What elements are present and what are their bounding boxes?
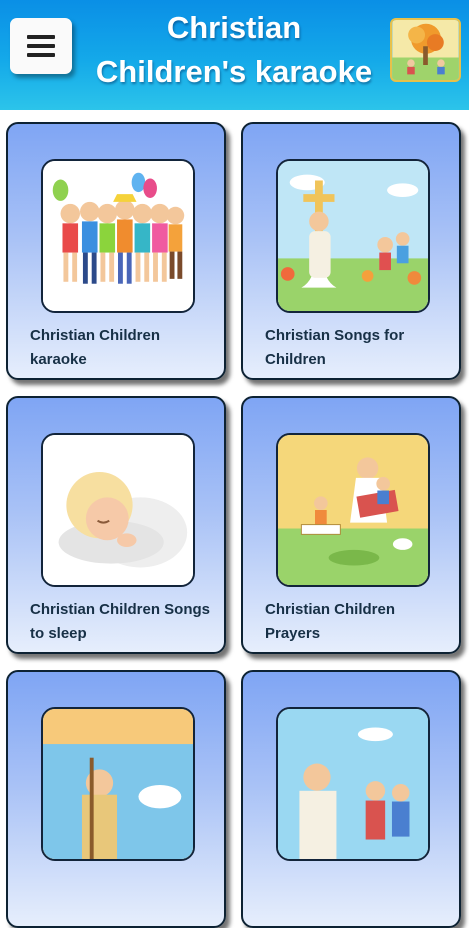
category-card[interactable]: [241, 670, 461, 928]
app-title-line1: Christian: [166, 10, 302, 45]
category-card[interactable]: Christian Children Prayers: [241, 396, 461, 654]
app-title-line2: Children's karaoke: [95, 54, 373, 89]
card-label: Christian Children Songs to sleep: [30, 601, 211, 642]
category-grid: Christian Children karaoke Christian Son…: [0, 110, 469, 928]
card-label: Christian Children karaoke: [30, 327, 161, 368]
jesus-with-lamb-illustration: [276, 707, 430, 861]
category-card[interactable]: [6, 670, 226, 928]
bible-scene-illustration: [41, 707, 195, 861]
app-title: Christian Children's karaoke: [84, 6, 384, 94]
app-header: Christian Children's karaoke: [0, 0, 469, 110]
menu-button[interactable]: [10, 18, 72, 74]
card-label: Christian Children Prayers: [265, 601, 396, 642]
hamburger-menu-icon: [27, 35, 55, 57]
category-card[interactable]: Christian Children Songs to sleep: [6, 396, 226, 654]
jesus-with-children-illustration: [276, 159, 430, 313]
category-card[interactable]: Christian Songs for Children: [241, 122, 461, 380]
card-label: Christian Songs for Children: [265, 327, 405, 368]
app-logo: [390, 18, 461, 82]
sleeping-baby-illustration: [41, 433, 195, 587]
category-card[interactable]: Christian Children karaoke: [6, 122, 226, 380]
children-group-illustration: [41, 159, 195, 313]
jesus-reading-to-children-illustration: [276, 433, 430, 587]
